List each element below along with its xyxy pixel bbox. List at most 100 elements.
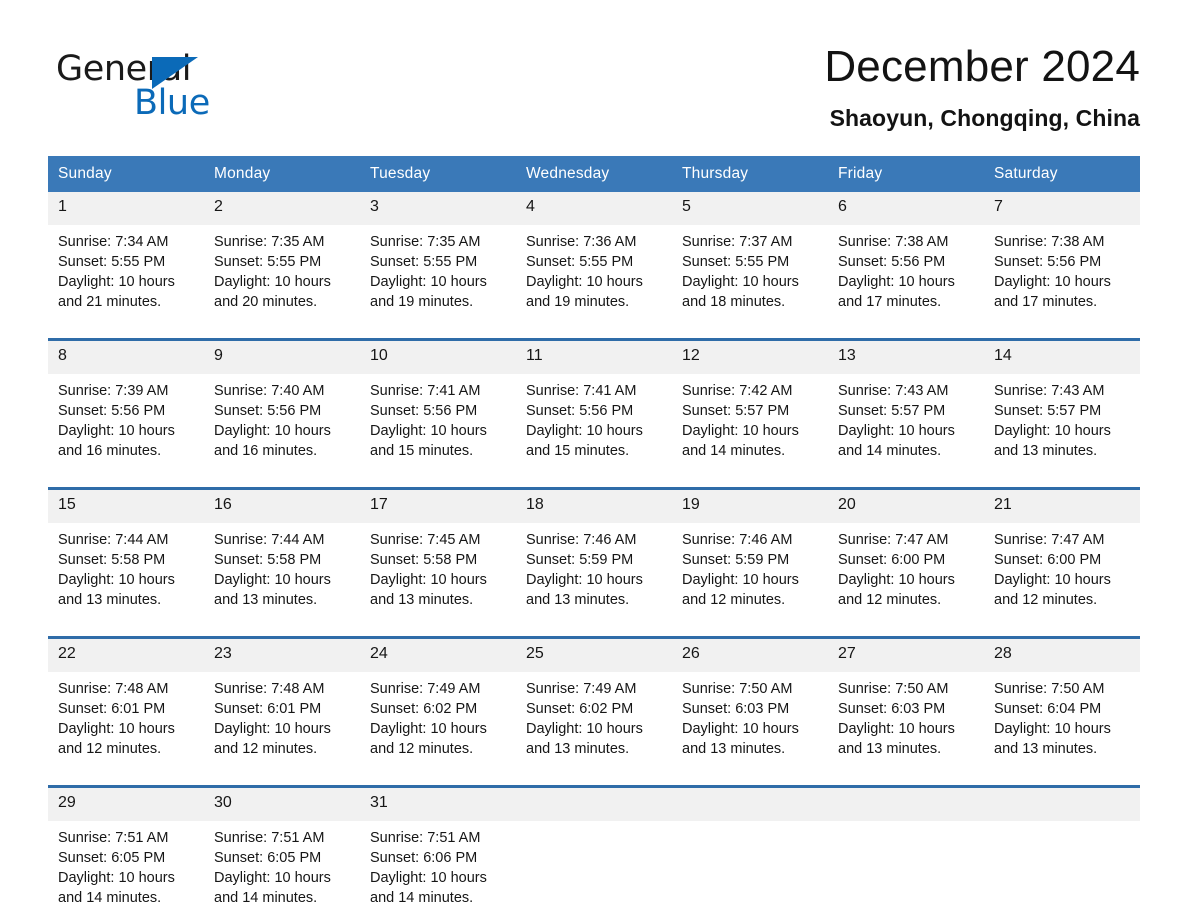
day-cell[interactable]: Sunrise: 7:44 AM Sunset: 5:58 PM Daylight:… — [48, 522, 204, 618]
day-number[interactable]: 21 — [984, 489, 1140, 523]
day-cell[interactable]: Sunrise: 7:38 AM Sunset: 5:56 PM Daylight:… — [984, 224, 1140, 320]
day-cell-empty — [672, 820, 828, 916]
day-cell[interactable]: Sunrise: 7:50 AM Sunset: 6:03 PM Daylight:… — [672, 671, 828, 767]
sunset-text: Sunset: 5:56 PM — [526, 402, 634, 419]
sunrise-text: Sunrise: 7:47 AM — [994, 531, 1105, 548]
day-cell[interactable]: Sunrise: 7:48 AM Sunset: 6:01 PM Daylight:… — [204, 671, 360, 767]
sunrise-text: Sunrise: 7:36 AM — [526, 233, 637, 250]
day-number[interactable]: 4 — [516, 191, 672, 225]
day-cell[interactable]: Sunrise: 7:35 AM Sunset: 5:55 PM Daylight:… — [360, 224, 516, 320]
sunrise-text: Sunrise: 7:41 AM — [370, 382, 481, 399]
day-number[interactable]: 30 — [204, 787, 360, 821]
day-cell[interactable]: Sunrise: 7:48 AM Sunset: 6:01 PM Daylight:… — [48, 671, 204, 767]
week-info-row: Sunrise: 7:39 AM Sunset: 5:56 PM Daylight:… — [48, 373, 1140, 469]
day-cell[interactable]: Sunrise: 7:46 AM Sunset: 5:59 PM Daylight:… — [672, 522, 828, 618]
sunset-text: Sunset: 5:55 PM — [58, 253, 166, 270]
sunrise-text: Sunrise: 7:44 AM — [58, 531, 169, 548]
sunset-text: Sunset: 5:55 PM — [214, 253, 322, 270]
day-cell[interactable]: Sunrise: 7:41 AM Sunset: 5:56 PM Daylight:… — [360, 373, 516, 469]
day-number[interactable]: 13 — [828, 340, 984, 374]
day-number[interactable]: 22 — [48, 638, 204, 672]
day-cell[interactable]: Sunrise: 7:42 AM Sunset: 5:57 PM Daylight:… — [672, 373, 828, 469]
week-info-row: Sunrise: 7:48 AM Sunset: 6:01 PM Daylight:… — [48, 671, 1140, 767]
day-number[interactable]: 27 — [828, 638, 984, 672]
day-number[interactable]: 8 — [48, 340, 204, 374]
day-number[interactable]: 14 — [984, 340, 1140, 374]
weekday-header-tuesday: Tuesday — [360, 155, 516, 192]
sunrise-text: Sunrise: 7:44 AM — [214, 531, 325, 548]
day-cell[interactable]: Sunrise: 7:51 AM Sunset: 6:05 PM Daylight:… — [48, 820, 204, 916]
day-number[interactable]: 23 — [204, 638, 360, 672]
day-number[interactable]: 18 — [516, 489, 672, 523]
week-daynumber-row: 8 9 10 11 12 13 14 — [48, 340, 1140, 374]
day-number[interactable]: 19 — [672, 489, 828, 523]
week-info-row: Sunrise: 7:51 AM Sunset: 6:05 PM Daylight:… — [48, 820, 1140, 916]
day-cell[interactable]: Sunrise: 7:39 AM Sunset: 5:56 PM Daylight:… — [48, 373, 204, 469]
day-cell[interactable]: Sunrise: 7:35 AM Sunset: 5:55 PM Daylight:… — [204, 224, 360, 320]
sunrise-text: Sunrise: 7:50 AM — [838, 680, 949, 697]
day-cell[interactable]: Sunrise: 7:43 AM Sunset: 5:57 PM Daylight:… — [828, 373, 984, 469]
daylight-text: Daylight: 10 hours and 12 minutes. — [682, 571, 799, 608]
daylight-text: Daylight: 10 hours and 18 minutes. — [682, 273, 799, 310]
day-cell[interactable]: Sunrise: 7:46 AM Sunset: 5:59 PM Daylight:… — [516, 522, 672, 618]
day-cell[interactable]: Sunrise: 7:36 AM Sunset: 5:55 PM Daylight:… — [516, 224, 672, 320]
page-title: December 2024 — [824, 42, 1140, 91]
day-number[interactable]: 24 — [360, 638, 516, 672]
day-cell[interactable]: Sunrise: 7:47 AM Sunset: 6:00 PM Daylight:… — [828, 522, 984, 618]
day-cell[interactable]: Sunrise: 7:41 AM Sunset: 5:56 PM Daylight:… — [516, 373, 672, 469]
day-number[interactable]: 26 — [672, 638, 828, 672]
day-number[interactable]: 28 — [984, 638, 1140, 672]
day-number[interactable]: 6 — [828, 191, 984, 225]
day-number[interactable]: 25 — [516, 638, 672, 672]
day-cell[interactable]: Sunrise: 7:38 AM Sunset: 5:56 PM Daylight:… — [828, 224, 984, 320]
sunset-text: Sunset: 6:00 PM — [838, 551, 946, 568]
day-number[interactable]: 15 — [48, 489, 204, 523]
daylight-text: Daylight: 10 hours and 14 minutes. — [682, 422, 799, 459]
day-number[interactable]: 9 — [204, 340, 360, 374]
day-number[interactable]: 5 — [672, 191, 828, 225]
day-cell[interactable]: Sunrise: 7:44 AM Sunset: 5:58 PM Daylight:… — [204, 522, 360, 618]
week-daynumber-row: 29 30 31 — [48, 787, 1140, 821]
day-number[interactable]: 2 — [204, 191, 360, 225]
week-gap — [48, 617, 1140, 636]
day-number[interactable]: 20 — [828, 489, 984, 523]
day-cell[interactable]: Sunrise: 7:51 AM Sunset: 6:06 PM Daylight:… — [360, 820, 516, 916]
day-number-empty — [984, 787, 1140, 821]
day-cell[interactable]: Sunrise: 7:49 AM Sunset: 6:02 PM Daylight:… — [360, 671, 516, 767]
day-number[interactable]: 11 — [516, 340, 672, 374]
day-number[interactable]: 12 — [672, 340, 828, 374]
day-cell-empty — [828, 820, 984, 916]
daylight-text: Daylight: 10 hours and 12 minutes. — [994, 571, 1111, 608]
day-number[interactable]: 17 — [360, 489, 516, 523]
sunset-text: Sunset: 6:06 PM — [370, 849, 478, 866]
sunset-text: Sunset: 6:05 PM — [58, 849, 166, 866]
day-cell[interactable]: Sunrise: 7:51 AM Sunset: 6:05 PM Daylight:… — [204, 820, 360, 916]
day-number[interactable]: 3 — [360, 191, 516, 225]
daylight-text: Daylight: 10 hours and 13 minutes. — [58, 571, 175, 608]
day-number[interactable]: 29 — [48, 787, 204, 821]
day-cell[interactable]: Sunrise: 7:50 AM Sunset: 6:04 PM Daylight:… — [984, 671, 1140, 767]
day-cell[interactable]: Sunrise: 7:34 AM Sunset: 5:55 PM Daylight:… — [48, 224, 204, 320]
daylight-text: Daylight: 10 hours and 13 minutes. — [526, 720, 643, 757]
day-cell[interactable]: Sunrise: 7:49 AM Sunset: 6:02 PM Daylight:… — [516, 671, 672, 767]
sunrise-text: Sunrise: 7:35 AM — [214, 233, 325, 250]
day-number[interactable]: 1 — [48, 191, 204, 225]
day-number[interactable]: 7 — [984, 191, 1140, 225]
day-number[interactable]: 31 — [360, 787, 516, 821]
week-gap-cell — [48, 617, 1140, 636]
day-number[interactable]: 10 — [360, 340, 516, 374]
generalblue-logo[interactable]: General Blue — [48, 44, 248, 121]
day-cell[interactable]: Sunrise: 7:43 AM Sunset: 5:57 PM Daylight:… — [984, 373, 1140, 469]
day-cell[interactable]: Sunrise: 7:47 AM Sunset: 6:00 PM Daylight:… — [984, 522, 1140, 618]
daylight-text: Daylight: 10 hours and 12 minutes. — [370, 720, 487, 757]
day-number-empty — [672, 787, 828, 821]
day-cell[interactable]: Sunrise: 7:40 AM Sunset: 5:56 PM Daylight:… — [204, 373, 360, 469]
day-cell[interactable]: Sunrise: 7:45 AM Sunset: 5:58 PM Daylight:… — [360, 522, 516, 618]
daylight-text: Daylight: 10 hours and 16 minutes. — [214, 422, 331, 459]
day-cell[interactable]: Sunrise: 7:50 AM Sunset: 6:03 PM Daylight:… — [828, 671, 984, 767]
day-cell[interactable]: Sunrise: 7:37 AM Sunset: 5:55 PM Daylight:… — [672, 224, 828, 320]
sunrise-text: Sunrise: 7:37 AM — [682, 233, 793, 250]
sunrise-text: Sunrise: 7:41 AM — [526, 382, 637, 399]
location-subtitle: Shaoyun, Chongqing, China — [829, 104, 1140, 131]
day-number[interactable]: 16 — [204, 489, 360, 523]
